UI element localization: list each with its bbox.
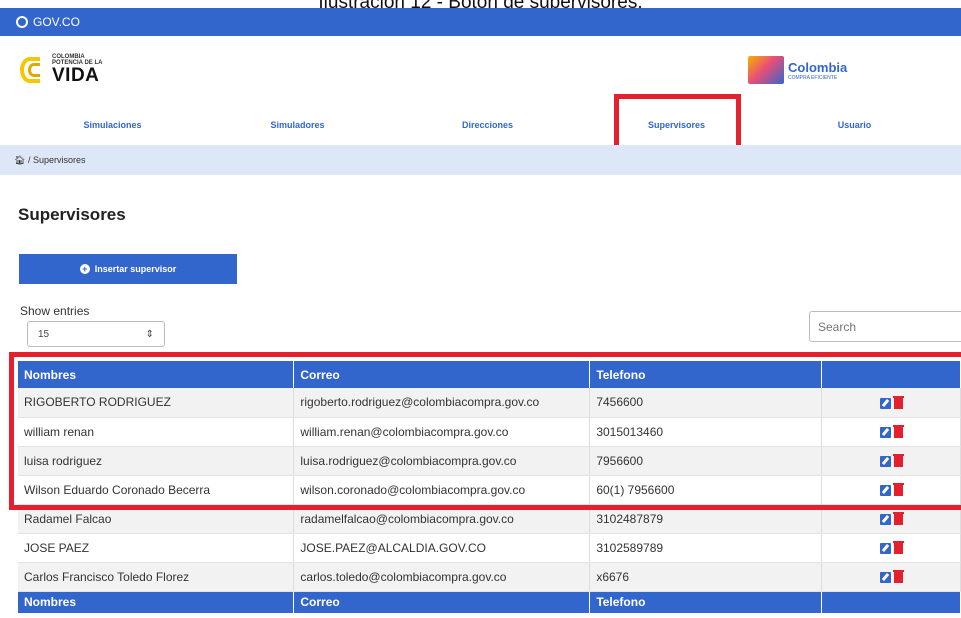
edit-icon[interactable] bbox=[879, 513, 891, 525]
edit-icon[interactable] bbox=[879, 455, 891, 467]
cell-telefono: 3102487879 bbox=[589, 504, 823, 534]
header-nombres[interactable]: Nombres bbox=[18, 361, 295, 388]
cell-telefono: 3015013460 bbox=[589, 417, 823, 447]
cell-actions bbox=[821, 562, 961, 592]
cell-actions bbox=[821, 475, 961, 505]
cell-correo: rigoberto.rodriguez@colombiacompra.gov.c… bbox=[293, 388, 591, 418]
cell-telefono: 7456600 bbox=[589, 388, 823, 418]
main-nav: Simulaciones Simuladores Direcciones Sup… bbox=[0, 110, 961, 140]
nav-item-simuladores[interactable]: Simuladores bbox=[215, 110, 380, 140]
cell-actions bbox=[821, 446, 961, 476]
nav-item-usuario[interactable]: Usuario bbox=[772, 110, 937, 140]
breadcrumb: 🏠︎ / Supervisores bbox=[0, 145, 961, 175]
trash-icon[interactable] bbox=[892, 540, 904, 554]
waves-logo-icon bbox=[20, 55, 46, 85]
logo-right-sub: COMPRA EFICIENTE bbox=[788, 74, 838, 81]
trash-icon[interactable] bbox=[892, 424, 904, 438]
gov-bar-label[interactable]: GOV.CO bbox=[33, 15, 80, 29]
cell-telefono: x6676 bbox=[589, 562, 823, 592]
cell-nombre: luisa rodriguez bbox=[18, 446, 295, 476]
search-input[interactable] bbox=[809, 311, 961, 342]
breadcrumb-current: Supervisores bbox=[32, 155, 86, 165]
home-icon[interactable]: 🏠︎ bbox=[14, 155, 25, 165]
footer-nombres: Nombres bbox=[18, 591, 295, 613]
trash-icon[interactable] bbox=[892, 453, 904, 467]
cell-nombre: william renan bbox=[18, 417, 295, 447]
cell-telefono: 3102589789 bbox=[589, 533, 823, 563]
table-row: Wilson Eduardo Coronado Becerra wilson.c… bbox=[18, 475, 961, 505]
gov-shield-icon bbox=[16, 16, 28, 28]
colombia-potencia-vida-logo[interactable]: COLOMBIA POTENCIA DE LA VIDA bbox=[20, 54, 102, 85]
colombia-compra-logo-icon bbox=[748, 56, 784, 84]
plus-circle-icon: + bbox=[79, 264, 90, 274]
site-header: COLOMBIA POTENCIA DE LA VIDA Colombia CO… bbox=[0, 36, 961, 116]
insert-supervisor-label: Insertar supervisor bbox=[94, 264, 177, 274]
breadcrumb-separator: / bbox=[25, 155, 33, 165]
trash-icon[interactable] bbox=[892, 569, 904, 583]
page-title: Supervisores bbox=[18, 205, 126, 224]
edit-icon[interactable] bbox=[879, 397, 891, 409]
supervisors-table: Nombres Correo Telefono RIGOBERTO RODRIG… bbox=[18, 361, 961, 613]
cell-correo: wilson.coronado@colombiacompra.gov.co bbox=[293, 475, 591, 505]
figure-caption: Ilustración 12 - Botón de supervisores. bbox=[0, 0, 961, 8]
cell-nombre: Carlos Francisco Toledo Florez bbox=[18, 562, 295, 592]
table-footer-row: Nombres Correo Telefono bbox=[18, 591, 961, 613]
gov-bar: GOV.CO bbox=[0, 8, 961, 36]
footer-actions bbox=[821, 591, 961, 613]
cell-nombre: Radamel Falcao bbox=[18, 504, 295, 534]
cell-actions bbox=[821, 417, 961, 447]
table-row: JOSE PAEZ JOSE.PAEZ@ALCALDIA.GOV.CO 3102… bbox=[18, 533, 961, 563]
edit-icon[interactable] bbox=[879, 542, 891, 554]
cell-actions bbox=[821, 388, 961, 418]
trash-icon[interactable] bbox=[892, 482, 904, 496]
cell-nombre: JOSE PAEZ bbox=[18, 533, 295, 563]
cell-correo: carlos.toledo@colombiacompra.gov.co bbox=[293, 562, 591, 592]
footer-telefono: Telefono bbox=[589, 591, 823, 613]
table-row: RIGOBERTO RODRIGUEZ rigoberto.rodriguez@… bbox=[18, 388, 961, 418]
cell-correo: luisa.rodriguez@colombiacompra.gov.co bbox=[293, 446, 591, 476]
logo-right-name: Colombia bbox=[788, 59, 848, 75]
nav-item-direcciones[interactable]: Direcciones bbox=[405, 110, 570, 140]
header-actions bbox=[821, 361, 961, 388]
cell-actions bbox=[821, 504, 961, 534]
colombia-compra-eficiente-logo[interactable]: Colombia COMPRA EFICIENTE bbox=[748, 56, 847, 84]
nav-item-supervisores[interactable]: Supervisores bbox=[594, 110, 759, 140]
sort-arrows-icon: ⇕ bbox=[145, 328, 154, 340]
nav-item-simulaciones[interactable]: Simulaciones bbox=[30, 110, 195, 140]
edit-icon[interactable] bbox=[879, 426, 891, 438]
insert-supervisor-button[interactable]: + Insertar supervisor bbox=[19, 254, 237, 284]
edit-icon[interactable] bbox=[879, 571, 891, 583]
cell-actions bbox=[821, 533, 961, 563]
cell-correo: radamelfalcao@colombiacompra.gov.co bbox=[293, 504, 591, 534]
cell-nombre: Wilson Eduardo Coronado Becerra bbox=[18, 475, 295, 505]
cell-telefono: 7956600 bbox=[589, 446, 823, 476]
footer-correo: Correo bbox=[293, 591, 591, 613]
trash-icon[interactable] bbox=[892, 511, 904, 525]
edit-icon[interactable] bbox=[879, 484, 891, 496]
table-row: Carlos Francisco Toledo Florez carlos.to… bbox=[18, 562, 961, 592]
header-telefono[interactable]: Telefono bbox=[589, 361, 823, 388]
header-correo[interactable]: Correo bbox=[293, 361, 591, 388]
trash-icon[interactable] bbox=[892, 395, 904, 409]
logo-big-text: VIDA bbox=[52, 65, 100, 86]
cell-correo: JOSE.PAEZ@ALCALDIA.GOV.CO bbox=[293, 533, 591, 563]
table-header-row: Nombres Correo Telefono bbox=[18, 361, 961, 388]
table-row: luisa rodriguez luisa.rodriguez@colombia… bbox=[18, 446, 961, 476]
entries-value: 15 bbox=[38, 328, 50, 340]
table-row: william renan william.renan@colombiacomp… bbox=[18, 417, 961, 447]
cell-nombre: RIGOBERTO RODRIGUEZ bbox=[18, 388, 295, 418]
table-row: Radamel Falcao radamelfalcao@colombiacom… bbox=[18, 504, 961, 534]
cell-telefono: 60(1) 7956600 bbox=[589, 475, 823, 505]
cell-correo: william.renan@colombiacompra.gov.co bbox=[293, 417, 591, 447]
entries-select[interactable]: 15 ⇕ bbox=[27, 321, 165, 347]
show-entries-label: Show entries bbox=[20, 304, 90, 318]
